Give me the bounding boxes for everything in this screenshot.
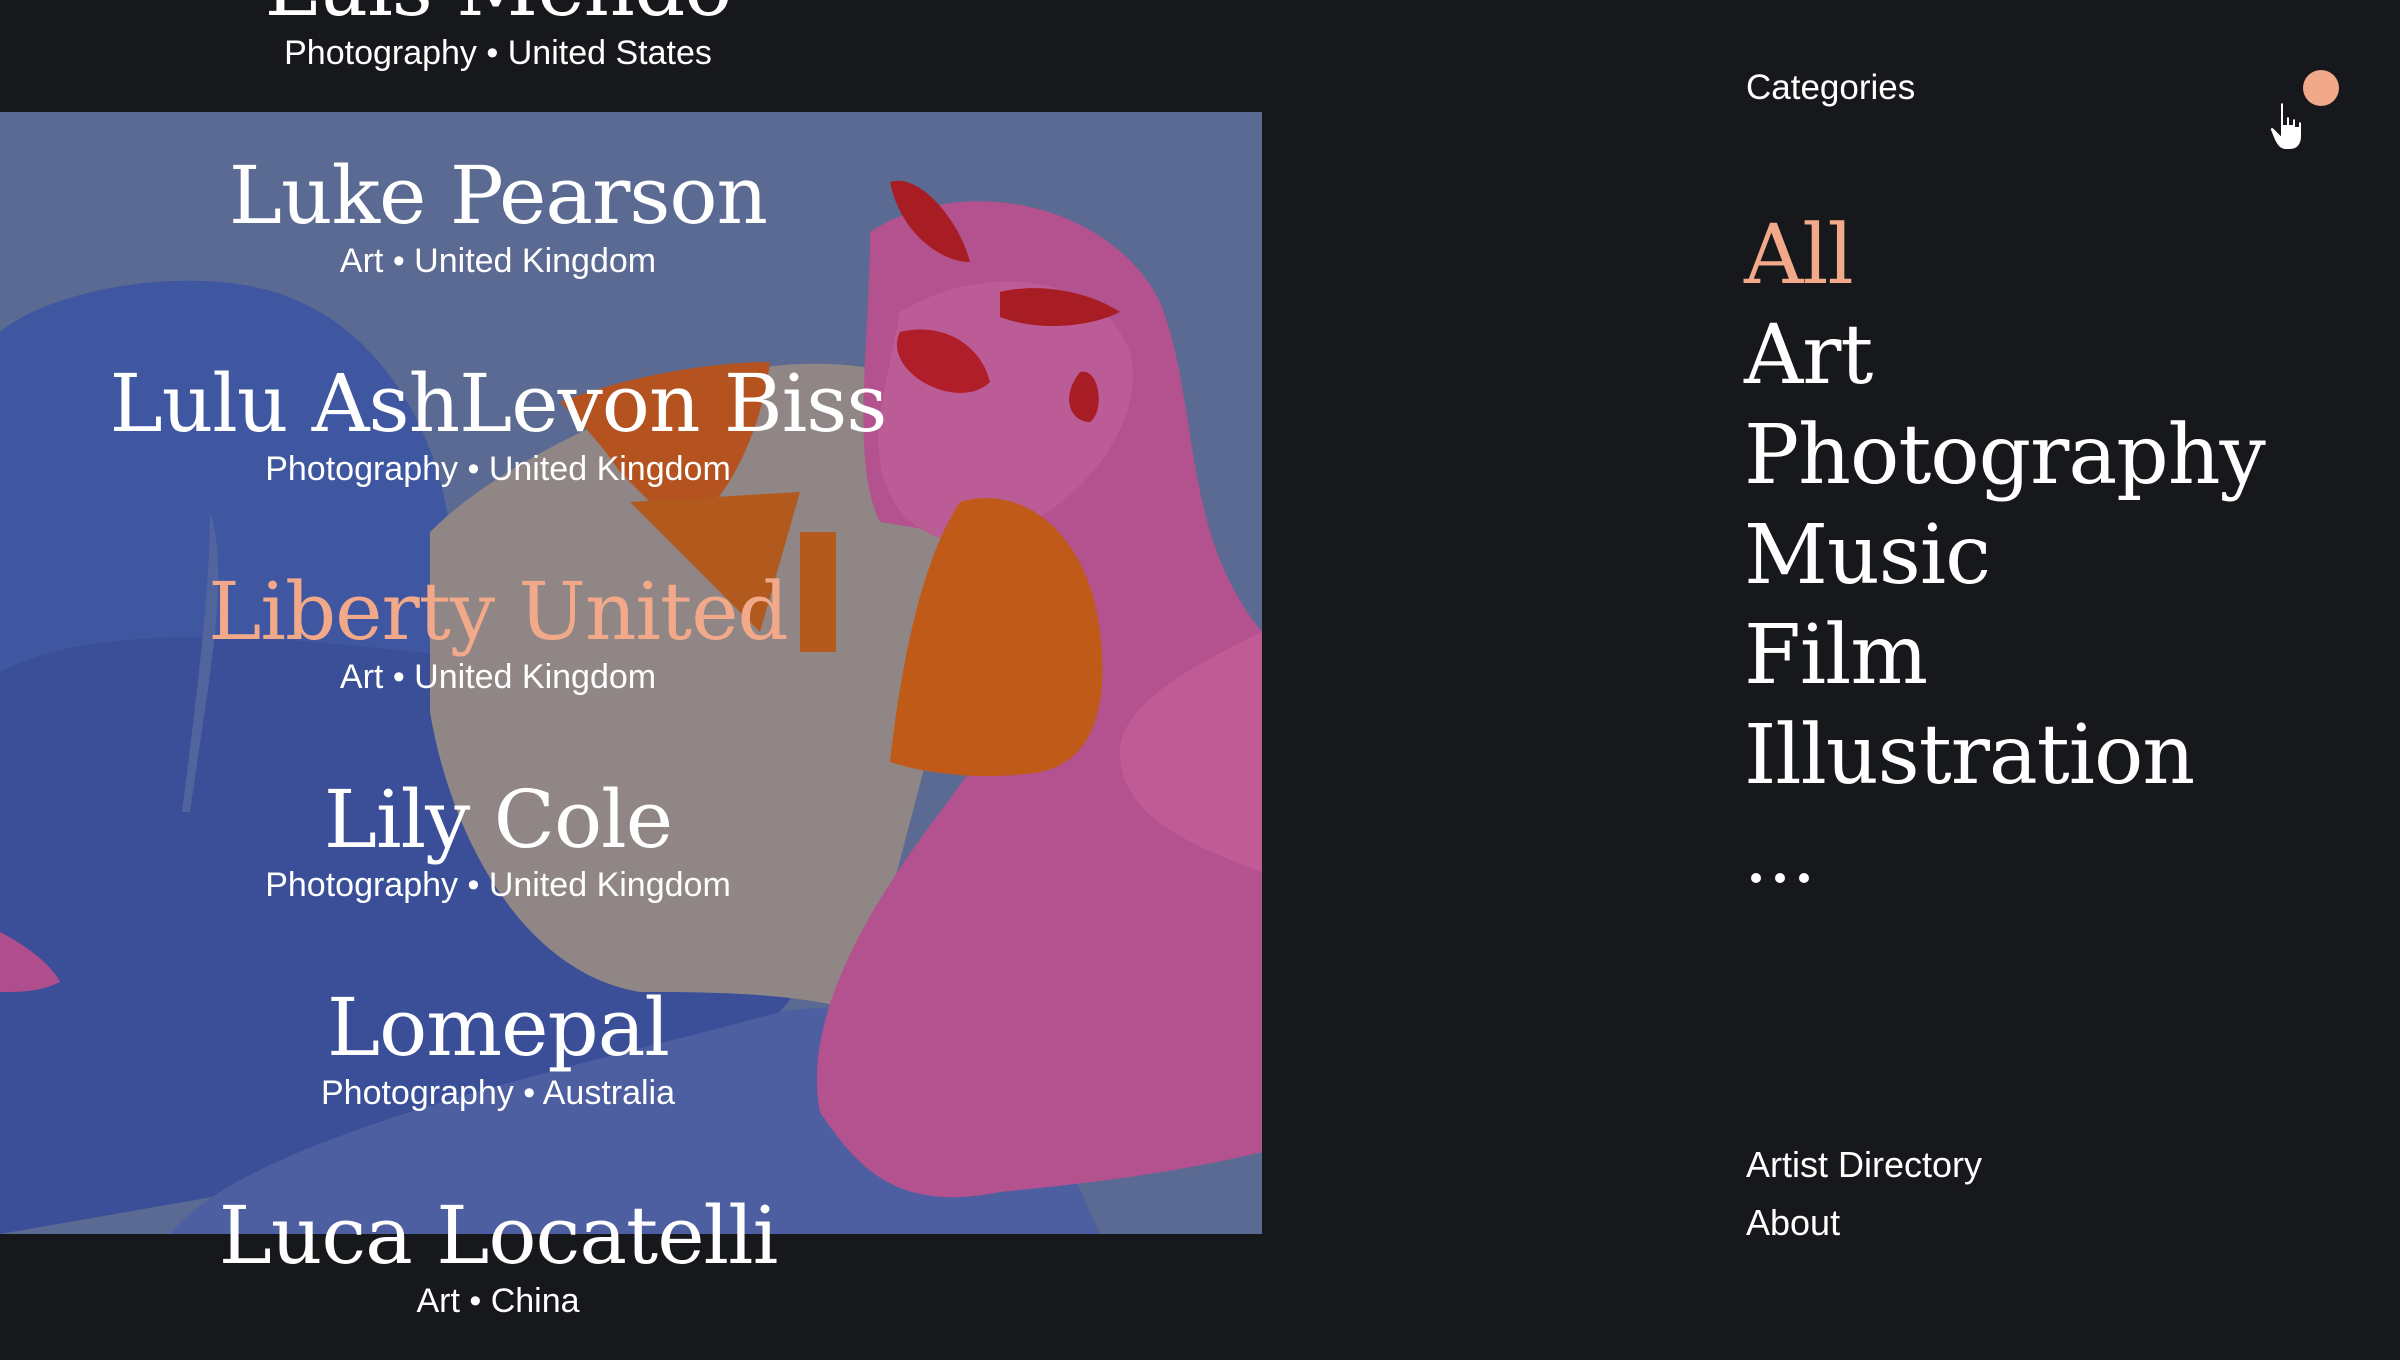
artist-item-lulu-ashlevon-biss[interactable]: Lulu AshLevon Biss Photography • United …	[0, 356, 996, 490]
artist-country: United Kingdom	[414, 658, 657, 696]
category-list: All Art Photography Music Film Illustrat…	[1744, 206, 2266, 806]
artist-item-luis-mendo[interactable]: Luis Mendo Photography • United States	[0, 0, 996, 74]
artist-directory-link[interactable]: Artist Directory	[1746, 1136, 1982, 1194]
artist-meta: Photography • United Kingdom	[0, 448, 996, 490]
meta-separator: •	[467, 450, 480, 488]
artist-country: United States	[507, 34, 712, 72]
category-film[interactable]: Film	[1744, 606, 2265, 706]
artist-meta: Photography • United Kingdom	[0, 864, 996, 906]
ellipsis-icon[interactable]	[1750, 868, 1810, 888]
meta-separator: •	[392, 658, 405, 696]
artist-item-liberty-united[interactable]: Liberty United Art • United Kingdom	[0, 564, 996, 698]
artist-country: Australia	[542, 1074, 676, 1112]
category-music[interactable]: Music	[1744, 506, 2265, 606]
artist-meta: Art • United Kingdom	[0, 240, 996, 282]
artist-item-luke-pearson[interactable]: Luke Pearson Art • United Kingdom	[0, 148, 996, 282]
meta-separator: •	[392, 242, 405, 280]
meta-separator: •	[469, 1282, 482, 1320]
meta-separator: •	[467, 866, 480, 904]
artist-name: Luis Mendo	[0, 0, 996, 36]
artist-item-luca-locatelli[interactable]: Luca Locatelli Art • China	[0, 1188, 996, 1322]
artist-name: Lulu AshLevon Biss	[109, 357, 888, 450]
artist-name: Luke Pearson	[228, 149, 768, 242]
artist-item-lomepal[interactable]: Lomepal Photography • Australia	[0, 980, 996, 1114]
artist-name: Liberty United	[208, 565, 789, 658]
category-all[interactable]: All	[1744, 206, 2265, 306]
artist-country: United Kingdom	[488, 866, 731, 904]
artist-category: Photography	[320, 1074, 514, 1112]
artist-name: Lily Cole	[323, 773, 673, 866]
artist-category: Art	[339, 658, 384, 696]
artist-country: United Kingdom	[414, 242, 657, 280]
artist-category: Photography	[265, 866, 459, 904]
artist-category: Photography	[284, 34, 477, 72]
footer-nav: Artist Directory About	[1746, 1136, 1982, 1252]
meta-separator: •	[486, 34, 499, 72]
artist-category: Art	[339, 242, 384, 280]
categories-heading: Categories	[1746, 68, 1916, 107]
artist-meta: Art • United Kingdom	[0, 656, 996, 698]
hand-pointer-cursor-icon	[2268, 101, 2303, 151]
artist-name: Lomepal	[327, 981, 670, 1074]
artist-category: Photography	[265, 450, 459, 488]
artist-meta: Photography • Australia	[0, 1072, 996, 1114]
artist-meta: Art • China	[0, 1280, 996, 1322]
artist-country: China	[490, 1282, 580, 1320]
artist-category: Art	[416, 1282, 460, 1320]
artist-list: Luis Mendo Photography • United States L…	[0, 0, 996, 1360]
artist-country: United Kingdom	[488, 450, 731, 488]
category-art[interactable]: Art	[1744, 306, 2265, 406]
about-link[interactable]: About	[1746, 1194, 1982, 1252]
menu-dot-icon[interactable]	[2303, 70, 2339, 106]
meta-separator: •	[523, 1074, 536, 1112]
artist-name: Luca Locatelli	[218, 1189, 779, 1282]
category-photography[interactable]: Photography	[1744, 406, 2266, 506]
artist-item-lily-cole[interactable]: Lily Cole Photography • United Kingdom	[0, 772, 996, 906]
artist-meta: Photography • United States	[0, 32, 996, 74]
category-illustration[interactable]: Illustration	[1744, 706, 2265, 806]
